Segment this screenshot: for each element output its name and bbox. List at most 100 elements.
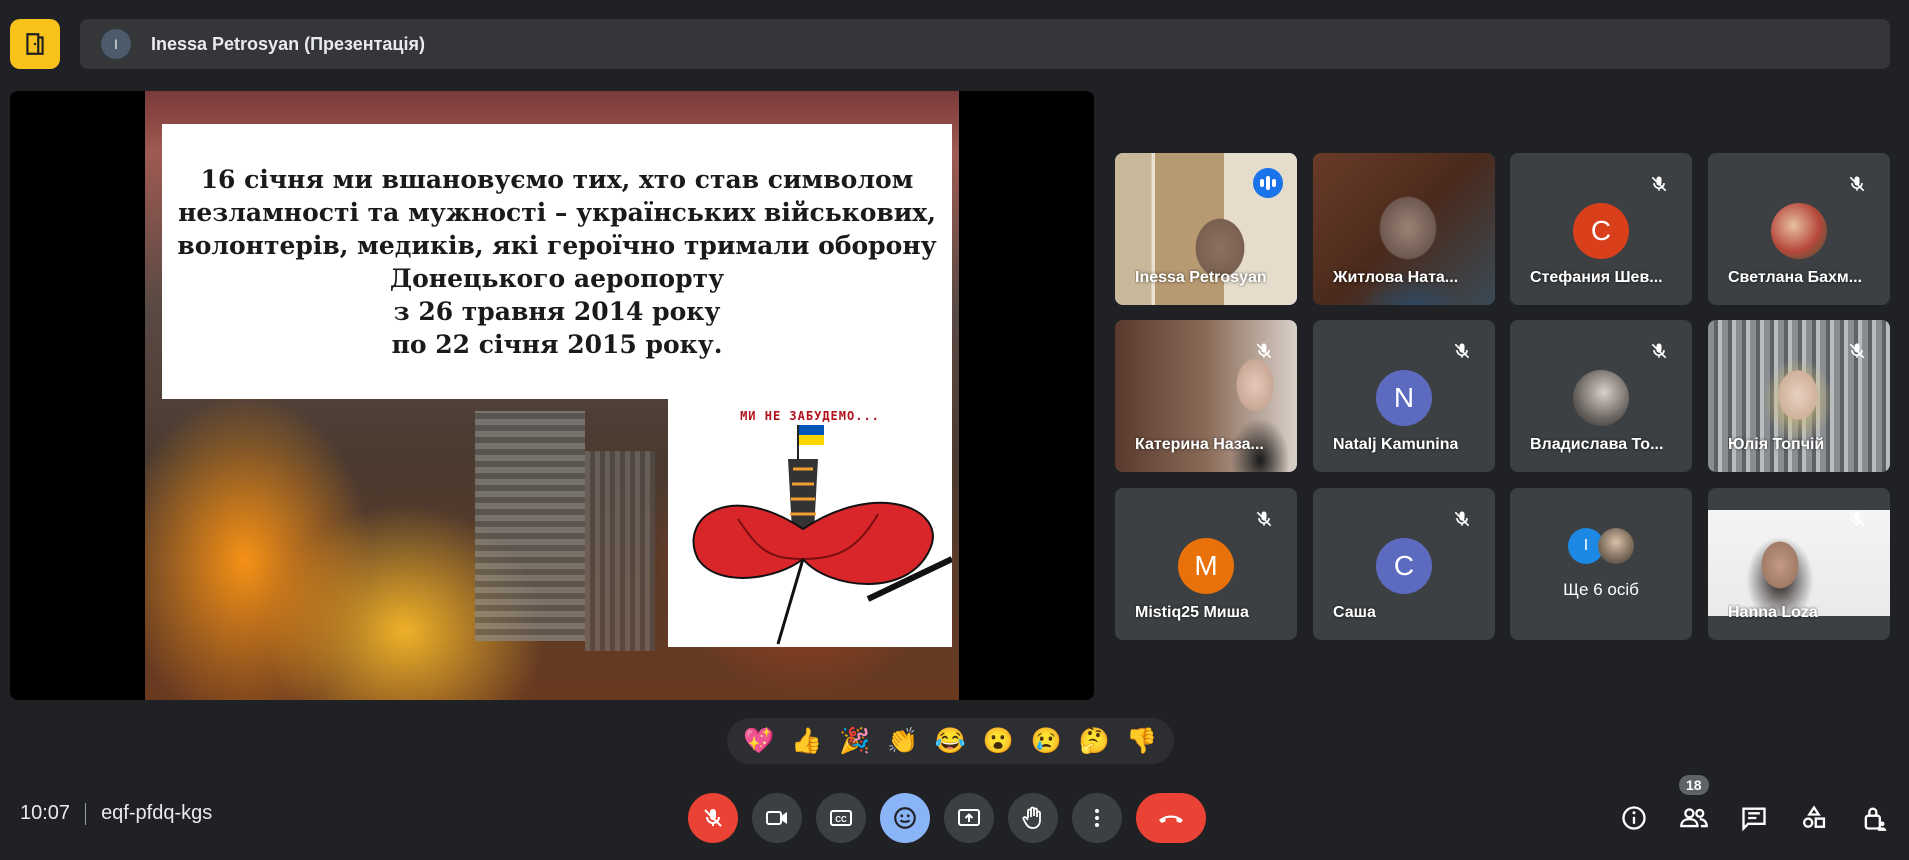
participant-name: Владислава То... <box>1530 436 1664 453</box>
slide-textbox: 16 січня ми вшановуємо тих, хто став сим… <box>162 124 952 399</box>
divider <box>85 802 87 825</box>
people-count-badge: 18 <box>1679 775 1709 795</box>
participant-avatar: N <box>1376 370 1432 426</box>
call-controls: CC <box>688 793 1206 843</box>
camera-icon <box>766 811 787 825</box>
closed-captions-icon: CC <box>830 810 852 826</box>
muted-mic-icon <box>1251 338 1277 364</box>
people-icon <box>1680 808 1708 828</box>
participant-name: Стефания Шев... <box>1530 269 1663 286</box>
smiley-icon <box>894 807 916 829</box>
emoji-reactions-button[interactable] <box>880 793 930 843</box>
participant-avatar-photo <box>1573 370 1629 426</box>
meeting-code: eqf-pfdq-kgs <box>101 802 213 824</box>
muted-mic-icon <box>1844 506 1870 532</box>
svg-text:CC: CC <box>835 815 847 824</box>
side-panel-controls: 18 <box>1609 775 1899 843</box>
muted-mic-icon <box>1844 171 1870 197</box>
participant-tile[interactable]: Катерина Наза... <box>1115 320 1297 472</box>
participant-tile[interactable]: Юлія Топчій <box>1708 320 1890 472</box>
clock: 10:07 <box>20 802 71 824</box>
ruined-building-image <box>585 451 655 651</box>
slide: 16 січня ми вшановуємо тих, хто став сим… <box>145 91 959 700</box>
info-icon <box>1622 806 1646 830</box>
present-icon <box>958 809 980 826</box>
participant-name: Inessa Petrosyan <box>1135 269 1267 286</box>
slide-text-line: по 22 січня 2015 року. <box>391 329 723 359</box>
reactions-bar: 💖 👍 🎉 👏 😂 😮 😢 🤔 👎 <box>727 718 1174 764</box>
slide-text-line: з 26 травня 2014 року <box>393 296 721 326</box>
participant-tile[interactable]: Житлова Ната... <box>1313 153 1495 305</box>
more-participants-label: Ще 6 осіб <box>1563 580 1639 599</box>
reaction-thumbs-up[interactable]: 👍 <box>784 718 830 764</box>
muted-mic-icon <box>1449 506 1475 532</box>
slide-text-line: волонтерів, медиків, які героїчно тримал… <box>177 230 937 260</box>
participant-name: Юлія Топчій <box>1728 436 1825 453</box>
meeting-details-button[interactable] <box>1609 793 1659 843</box>
participant-tile[interactable]: Светлана Бахм... <box>1708 153 1890 305</box>
reaction-party[interactable]: 🎉 <box>832 718 878 764</box>
reaction-surprised[interactable]: 😮 <box>975 718 1021 764</box>
muted-mic-icon <box>1449 338 1475 364</box>
reaction-heart[interactable]: 💖 <box>736 718 782 764</box>
chat-icon <box>1742 807 1766 832</box>
participant-name: Mistiq25 Миша <box>1135 604 1249 621</box>
participant-avatar-photo <box>1771 203 1827 259</box>
muted-mic-icon <box>1646 338 1672 364</box>
leave-call-button[interactable] <box>1136 793 1206 843</box>
participant-name: Natalj Kamunina <box>1333 436 1459 453</box>
chat-button[interactable] <box>1729 793 1779 843</box>
participant-name: Житлова Ната... <box>1333 269 1459 286</box>
participant-tile[interactable]: Владислава То... <box>1510 320 1692 472</box>
participant-tile[interactable]: Hanna Loza <box>1708 488 1890 640</box>
participant-tile[interactable]: С Саша <box>1313 488 1495 640</box>
present-screen-button[interactable] <box>944 793 994 843</box>
presenter-bar: I Inessa Petrosyan (Презентація) <box>80 19 1890 69</box>
presenter-avatar: I <box>101 29 131 59</box>
people-button[interactable]: 18 <box>1669 775 1719 843</box>
hand-icon <box>1022 806 1041 829</box>
participant-avatar: M <box>1178 538 1234 594</box>
participant-tile[interactable]: С Стефания Шев... <box>1510 153 1692 305</box>
more-options-button[interactable] <box>1072 793 1122 843</box>
door-icon <box>26 33 44 55</box>
presenter-label: Inessa Petrosyan (Презентація) <box>151 33 425 54</box>
reaction-clap[interactable]: 👏 <box>880 718 926 764</box>
captions-button[interactable]: CC <box>816 793 866 843</box>
reaction-laugh[interactable]: 😂 <box>927 718 973 764</box>
participant-name: Hanna Loza <box>1728 604 1818 621</box>
more-participants-tile[interactable]: I Ще 6 осіб <box>1510 488 1692 640</box>
lock-person-icon <box>1864 807 1887 831</box>
slide-text-line: незламності та мужності – українських ві… <box>178 197 936 227</box>
participant-avatar-photo <box>1598 528 1634 564</box>
muted-mic-icon <box>1844 338 1870 364</box>
reaction-cry[interactable]: 😢 <box>1023 718 1069 764</box>
camera-toggle-button[interactable] <box>752 793 802 843</box>
hang-up-icon <box>1159 815 1183 823</box>
activities-button[interactable] <box>1789 793 1839 843</box>
poppy-tower-illustration <box>692 425 952 645</box>
participant-name: Светлана Бахм... <box>1728 269 1863 286</box>
host-controls-button[interactable] <box>1849 793 1899 843</box>
participant-name: Катерина Наза... <box>1135 436 1264 453</box>
participant-tile[interactable]: Inessa Petrosyan <box>1115 153 1297 305</box>
speaking-indicator-icon <box>1253 168 1283 198</box>
muted-mic-icon <box>1251 506 1277 532</box>
memorial-poster: МИ НЕ ЗАБУДЕМО... <box>668 399 952 647</box>
ruined-building-image <box>475 411 585 641</box>
participant-tile[interactable]: M Mistiq25 Миша <box>1115 488 1297 640</box>
muted-mic-icon <box>1646 171 1672 197</box>
reaction-thinking[interactable]: 🤔 <box>1071 718 1117 764</box>
exit-presentation-button[interactable] <box>10 19 60 69</box>
participant-tile[interactable]: N Natalj Kamunina <box>1313 320 1495 472</box>
more-vert-icon <box>1095 809 1099 827</box>
activities-shapes-icon <box>1802 805 1826 828</box>
slide-text-line: Донецького аеропорту <box>389 263 725 293</box>
meeting-info: 10:07 eqf-pfdq-kgs <box>20 802 212 825</box>
participant-avatar: С <box>1376 538 1432 594</box>
slide-text-line: 16 січня ми вшановуємо тих, хто став сим… <box>200 164 914 194</box>
mic-off-icon <box>704 809 722 827</box>
reaction-thumbs-down[interactable]: 👎 <box>1119 718 1165 764</box>
microphone-toggle-button[interactable] <box>688 793 738 843</box>
raise-hand-button[interactable] <box>1008 793 1058 843</box>
